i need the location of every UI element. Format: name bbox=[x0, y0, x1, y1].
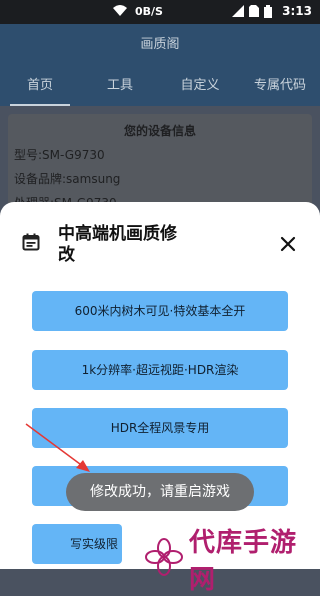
flower-logo-icon bbox=[145, 538, 183, 580]
toast-message: 修改成功，请重启游戏 bbox=[66, 473, 254, 511]
watermark: 代库手游网 bbox=[145, 522, 320, 596]
watermark-text: 代库手游网 bbox=[189, 528, 298, 595]
